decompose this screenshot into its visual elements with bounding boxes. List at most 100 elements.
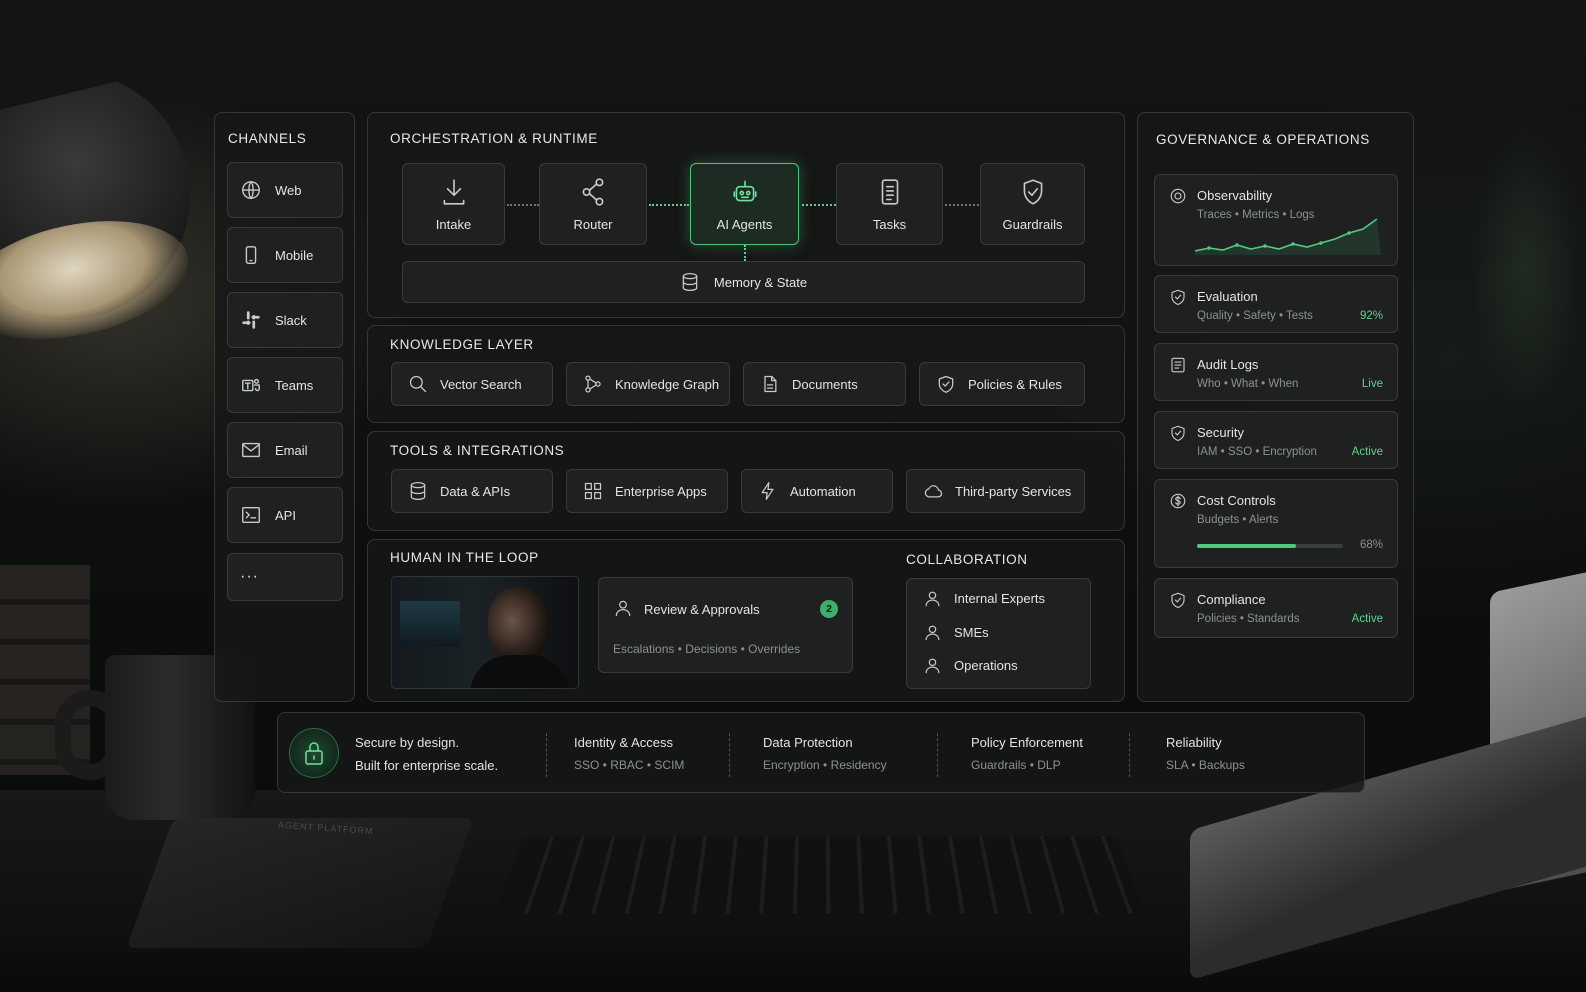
tool-third-party-services[interactable]: Third-party Services — [906, 469, 1085, 513]
file-icon — [760, 374, 780, 394]
shield-check-icon — [936, 374, 956, 394]
channel-api[interactable]: API — [227, 487, 343, 543]
connector — [649, 204, 689, 206]
governance-panel: GOVERNANCE & OPERATIONS Observability Tr… — [1137, 112, 1414, 702]
lock-icon — [302, 740, 326, 766]
footer-identity-access: Identity & Access SSO • RBAC • SCIM — [574, 735, 684, 772]
graph-icon — [583, 374, 603, 394]
observability-sparkline — [1195, 218, 1381, 255]
notebook — [126, 818, 474, 948]
pill-label: Policies & Rules — [968, 376, 1062, 392]
tool-automation[interactable]: Automation — [741, 469, 893, 513]
footer-col-title: Policy Enforcement — [971, 735, 1083, 750]
knowledge-graph[interactable]: Knowledge Graph — [566, 362, 730, 406]
download-icon — [441, 177, 467, 207]
node-label: Router — [573, 216, 613, 232]
cost-progress-bar — [1197, 544, 1343, 548]
orchestration-heading: ORCHESTRATION & RUNTIME — [390, 131, 598, 146]
plant — [1430, 20, 1586, 640]
node-tasks[interactable]: Tasks — [836, 163, 943, 245]
channel-label: Email — [275, 442, 308, 458]
teams-icon — [240, 374, 262, 396]
gov-title: Audit Logs — [1197, 357, 1259, 372]
search-icon — [408, 374, 428, 394]
user-icon — [923, 589, 942, 608]
gov-observability[interactable]: Observability Traces • Metrics • Logs — [1154, 174, 1398, 266]
gov-desc: Policies • Standards — [1197, 613, 1300, 625]
knowledge-documents[interactable]: Documents — [743, 362, 906, 406]
node-router[interactable]: Router — [539, 163, 647, 245]
gov-title: Compliance — [1197, 592, 1266, 607]
gov-title: Observability — [1197, 188, 1273, 203]
shield-check-icon — [1169, 288, 1187, 306]
channel-label: API — [275, 507, 296, 523]
collab-label: Operations — [954, 658, 1018, 673]
cost-percent: 68% — [1359, 539, 1383, 551]
gov-evaluation[interactable]: Evaluation Quality • Safety • Tests 92% — [1154, 275, 1398, 333]
tools-heading: TOOLS & INTEGRATIONS — [390, 443, 565, 458]
gov-compliance[interactable]: Compliance Policies • Standards Active — [1154, 578, 1398, 638]
tool-enterprise-apps[interactable]: Enterprise Apps — [566, 469, 728, 513]
more-channels-button[interactable]: ··· — [227, 553, 343, 601]
connector — [802, 204, 836, 206]
grid-icon — [583, 481, 603, 501]
footer-col-title: Data Protection — [763, 735, 853, 750]
security-footer-strip: Secure by design. Built for enterprise s… — [277, 712, 1365, 793]
divider — [1129, 733, 1130, 777]
review-label: Review & Approvals — [644, 602, 760, 617]
node-intake[interactable]: Intake — [402, 163, 505, 245]
tools-panel: TOOLS & INTEGRATIONS Data & APIs Enterpr… — [367, 431, 1125, 531]
channel-label: Web — [275, 182, 302, 198]
collaboration-list: Internal Experts SMEs Operations — [906, 578, 1091, 689]
channel-slack[interactable]: Slack — [227, 292, 343, 348]
lock-badge — [289, 728, 339, 778]
gov-cost-controls[interactable]: Cost Controls Budgets • Alerts 68% — [1154, 479, 1398, 568]
collab-item-operations[interactable]: Operations — [923, 656, 1018, 675]
person-body — [470, 655, 570, 688]
operator-photo — [391, 576, 579, 689]
tool-data-apis[interactable]: Data & APIs — [391, 469, 553, 513]
audit-status: Live — [1361, 378, 1383, 390]
channel-teams[interactable]: Teams — [227, 357, 343, 413]
connector — [507, 204, 539, 206]
node-guardrails[interactable]: Guardrails — [980, 163, 1085, 245]
pill-label: Third-party Services — [955, 483, 1072, 499]
collab-item-smes[interactable]: SMEs — [923, 623, 989, 642]
knowledge-policies-rules[interactable]: Policies & Rules — [919, 362, 1085, 406]
keyboard — [494, 836, 1146, 914]
connector — [945, 204, 979, 206]
slack-icon — [240, 309, 262, 331]
shield-check-icon — [1169, 424, 1187, 442]
footer-col-title: Reliability — [1166, 735, 1222, 750]
user-icon — [923, 656, 942, 675]
database-icon — [680, 272, 700, 292]
knowledge-vector-search[interactable]: Vector Search — [391, 362, 553, 406]
review-approvals-card[interactable]: Review & Approvals 2 Escalations • Decis… — [598, 577, 853, 673]
collab-item-internal-experts[interactable]: Internal Experts — [923, 589, 1045, 608]
channels-heading: CHANNELS — [228, 131, 307, 146]
gov-desc: Quality • Safety • Tests — [1197, 310, 1313, 322]
channel-email[interactable]: Email — [227, 422, 343, 478]
gov-security[interactable]: Security IAM • SSO • Encryption Active — [1154, 411, 1398, 469]
divider — [729, 733, 730, 777]
review-badge: 2 — [820, 600, 838, 618]
channel-mobile[interactable]: Mobile — [227, 227, 343, 283]
node-label: Tasks — [872, 216, 907, 232]
channel-web[interactable]: Web — [227, 162, 343, 218]
mobile-icon — [240, 244, 262, 266]
connector — [744, 245, 746, 261]
memory-state-bar[interactable]: Memory & State — [402, 261, 1085, 303]
node-ai-agents[interactable]: AI Agents — [690, 163, 799, 245]
compliance-status: Active — [1351, 613, 1383, 625]
terminal-icon — [240, 504, 262, 526]
divider — [546, 733, 547, 777]
pill-label: Vector Search — [440, 376, 522, 392]
node-label: Intake — [435, 216, 472, 232]
channel-label: Teams — [275, 377, 314, 393]
pill-label: Knowledge Graph — [615, 376, 720, 392]
collab-label: SMEs — [954, 625, 989, 640]
pill-label: Data & APIs — [440, 483, 511, 499]
cost-progress-fill — [1197, 544, 1297, 548]
gov-audit-logs[interactable]: Audit Logs Who • What • When Live — [1154, 343, 1398, 401]
footer-data-protection: Data Protection Encryption • Residency — [763, 735, 887, 772]
